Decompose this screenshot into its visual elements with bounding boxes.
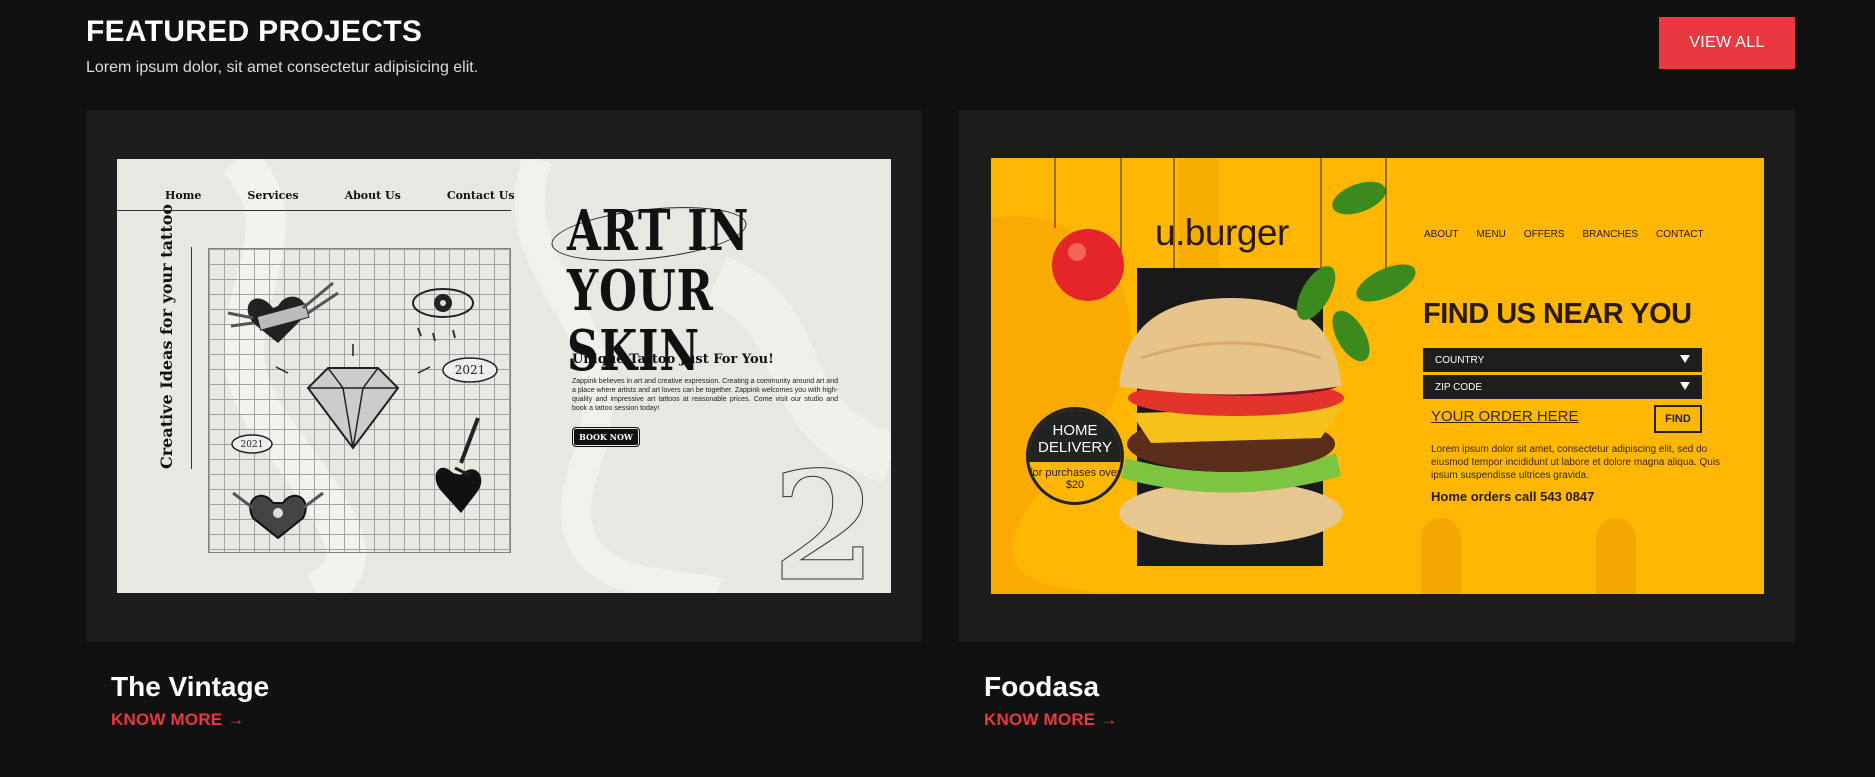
svg-text:2021: 2021 — [241, 440, 264, 450]
svg-text:21: 21 — [772, 449, 891, 593]
burger-nav-menu: MENU — [1476, 229, 1506, 240]
burger-paragraph: Lorem ipsum dolor sit amet, consectetur … — [1431, 444, 1721, 481]
find-button[interactable]: FIND — [1654, 405, 1702, 433]
project-preview-foodasa[interactable]: u.burger ABOUT MENU OFFERS BRANCHES CONT… — [991, 158, 1764, 594]
section-subtitle: Lorem ipsum dolor, sit amet consectetur … — [86, 59, 479, 76]
tattoo-vertical-divider — [191, 247, 192, 469]
tattoo-flash-illustrations: 2021 2021 — [227, 281, 498, 540]
project-info-vintage: The Vintage KNOW MORE → — [111, 670, 269, 730]
project-info-foodasa: Foodasa KNOW MORE → — [984, 670, 1117, 730]
tattoo-headline-line1: ART IN — [567, 198, 750, 264]
book-now-button[interactable]: BOOK NOW — [572, 427, 640, 447]
project-title: The Vintage — [111, 671, 270, 702]
know-more-link[interactable]: KNOW MORE → — [111, 710, 244, 730]
burger-nav-offers: OFFERS — [1523, 229, 1565, 240]
zip-select-label: ZIP CODE — [1435, 382, 1483, 393]
tattoo-subheading: Unique Tattoo Just For You! — [572, 352, 774, 367]
tattoo-nav-home: Home — [165, 189, 202, 202]
tomato-icon — [1052, 229, 1124, 301]
burger-nav-about: ABOUT — [1424, 229, 1459, 240]
burger-nav: ABOUT MENU OFFERS BRANCHES CONTACT — [1424, 229, 1722, 240]
svg-text:2021: 2021 — [455, 363, 486, 377]
burger-icon — [1119, 298, 1344, 545]
project-card-foodasa[interactable]: u.burger ABOUT MENU OFFERS BRANCHES CONT… — [959, 110, 1795, 642]
view-all-button[interactable]: VIEW ALL — [1659, 17, 1795, 69]
year-badge-right: 2021 — [442, 357, 498, 383]
chevron-down-icon — [1680, 355, 1690, 363]
tattoo-nav-services: Services — [247, 189, 299, 202]
chevron-down-icon — [1680, 382, 1690, 390]
project-title: Foodasa — [984, 671, 1100, 702]
project-preview-vintage[interactable]: Home Services About Us Contact Us Creati… — [117, 159, 891, 593]
tattoo-nav: Home Services About Us Contact Us — [165, 189, 561, 202]
tattoo-nav-divider — [117, 210, 511, 211]
country-select-label: COUNTRY — [1435, 355, 1485, 366]
burger-logo: u.burger — [1155, 212, 1289, 253]
project-card-vintage[interactable]: Home Services About Us Contact Us Creati… — [86, 110, 922, 642]
eye-icon — [412, 288, 474, 342]
find-us-heading: FIND US NEAR YOU — [1423, 298, 1692, 330]
section-title: FEATURED PROJECTS — [86, 15, 423, 48]
tattoo-paragraph: Zappink believes in art and creative exp… — [572, 378, 838, 412]
know-more-link[interactable]: KNOW MORE → — [984, 710, 1117, 730]
dagger-heart-icon — [435, 417, 482, 513]
home-orders-call: Home orders call 543 0847 — [1431, 489, 1595, 504]
burger-nav-branches: BRANCHES — [1582, 229, 1639, 240]
order-link[interactable]: YOUR ORDER HERE — [1431, 408, 1579, 425]
zip-code-select[interactable]: ZIP CODE — [1423, 375, 1702, 399]
badge-bottom-text: for purchases over $20 — [1029, 467, 1121, 491]
burger-nav-contact: CONTACT — [1656, 229, 1704, 240]
home-delivery-badge: HOME DELIVERY for purchases over $20 — [1026, 407, 1124, 505]
tattoo-nav-contact: Contact Us — [446, 189, 515, 202]
year-badge-left: 2021 — [231, 434, 273, 454]
section-header: FEATURED PROJECTS Lorem ipsum dolor, sit… — [86, 14, 478, 77]
padlock-heart-icon — [232, 491, 324, 540]
tattoo-nav-about: About Us — [344, 189, 401, 202]
diamond-icon — [275, 344, 431, 450]
tattoo-vertical-text: Creative Ideas for your tattoo — [157, 203, 176, 469]
winged-heart-icon — [227, 281, 339, 343]
big-digits-outline: 21 — [772, 449, 891, 593]
country-select[interactable]: COUNTRY — [1423, 348, 1702, 372]
